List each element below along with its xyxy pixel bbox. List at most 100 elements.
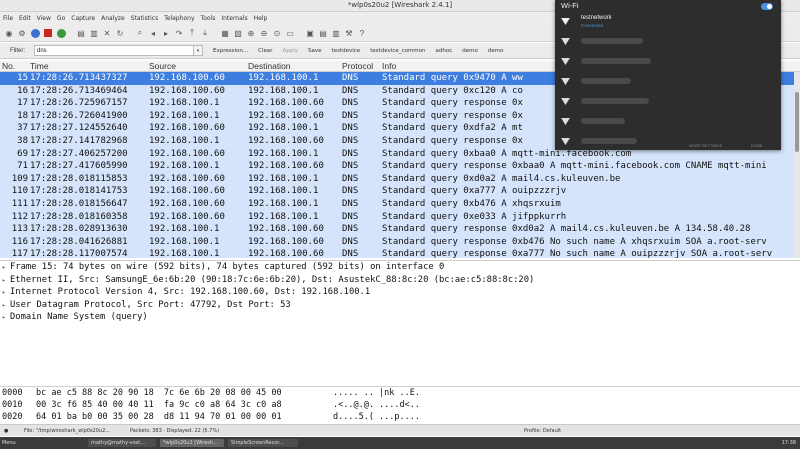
column-header-source[interactable]: Source: [149, 61, 176, 72]
menu-file[interactable]: File: [3, 15, 13, 22]
resize-columns-icon[interactable]: ▭: [284, 27, 296, 39]
wifi-done-button[interactable]: DONE: [751, 143, 763, 148]
menu-go[interactable]: Go: [57, 15, 65, 22]
reload-icon[interactable]: ↻: [114, 27, 126, 39]
wifi-network-item[interactable]: [555, 72, 781, 92]
menu-help[interactable]: Help: [254, 15, 268, 22]
packet-row[interactable]: 109 17:28:28.018115853 192.168.100.60 192.1…: [0, 172, 800, 186]
packet-list-scroll-thumb[interactable]: [795, 92, 799, 152]
wifi-network-connected[interactable]: testnetwork Connected: [555, 12, 781, 32]
packet-row[interactable]: 117 17:28:28.117007574 192.168.100.1 192.16…: [0, 248, 800, 258]
wifi-network-item[interactable]: [555, 92, 781, 112]
filter-button-testdevice[interactable]: testdevice: [332, 48, 361, 54]
detail-row-udp[interactable]: ▸ User Datagram Protocol, Src Port: 47792…: [0, 299, 800, 312]
menu-edit[interactable]: Edit: [19, 15, 31, 22]
wifi-network-name-redacted: [581, 98, 649, 104]
preferences-icon[interactable]: ⚒: [343, 27, 355, 39]
wifi-network-item[interactable]: [555, 52, 781, 72]
packet-list-scrollbar[interactable]: [794, 72, 800, 258]
menu-statistics[interactable]: Statistics: [131, 15, 158, 22]
filter-button-testdevice-common[interactable]: testdevice_common: [370, 48, 425, 54]
expand-arrow-icon[interactable]: ▸: [2, 287, 10, 300]
display-filters-icon[interactable]: ▤: [317, 27, 329, 39]
zoom-out-icon[interactable]: ⊖: [258, 27, 270, 39]
save-file-icon[interactable]: ▥: [88, 27, 100, 39]
packet-row[interactable]: 116 17:28:28.041626881 192.168.100.1 192.16…: [0, 235, 800, 249]
save-filter-button[interactable]: Save: [308, 48, 322, 54]
taskbar-item-wireshark[interactable]: *wlp0s20u2 [Wiresh...: [160, 439, 224, 447]
cell-source: 192.168.100.1: [149, 135, 220, 146]
column-header-time[interactable]: Time: [30, 61, 49, 72]
menu-tools[interactable]: Tools: [201, 15, 216, 22]
wifi-network-item[interactable]: [555, 32, 781, 52]
packet-row[interactable]: 112 17:28:28.018160358 192.168.100.60 192.1…: [0, 210, 800, 224]
first-packet-icon[interactable]: ⤒: [186, 27, 198, 39]
filter-input[interactable]: dns: [34, 45, 194, 56]
stop-capture-icon[interactable]: [42, 27, 54, 39]
cell-info: Standard query 0xb476 A xhqsrxuim: [382, 198, 561, 209]
start-capture-icon[interactable]: [29, 27, 41, 39]
capture-filters-icon[interactable]: ▣: [304, 27, 316, 39]
start-menu-button[interactable]: Menu: [2, 439, 16, 447]
colorize-icon[interactable]: ▦: [219, 27, 231, 39]
detail-row-ethernet[interactable]: ▸ Ethernet II, Src: SamsungE_6e:6b:20 (90…: [0, 274, 800, 287]
clear-button[interactable]: Clear: [258, 48, 272, 54]
filter-button-demo[interactable]: demo: [462, 48, 478, 54]
go-forward-icon[interactable]: ▸: [160, 27, 172, 39]
wifi-toggle[interactable]: [761, 3, 773, 10]
hex-row[interactable]: 0000 bc ae c5 88 8c 20 90 18 7c 6e 6b 20…: [0, 387, 800, 399]
menu-analyze[interactable]: Analyze: [101, 15, 125, 22]
cell-time: 17:28:27.406257200: [30, 148, 128, 159]
column-header-info[interactable]: Info: [382, 61, 396, 72]
cell-source: 192.168.100.1: [149, 236, 220, 247]
expression-button[interactable]: Expression...: [213, 48, 248, 54]
packet-row[interactable]: 111 17:28:28.018156647 192.168.100.60 192.1…: [0, 197, 800, 211]
go-back-icon[interactable]: ◂: [147, 27, 159, 39]
taskbar-item-terminal[interactable]: mathy@mathy-vost...: [88, 439, 156, 447]
go-to-packet-icon[interactable]: ↷: [173, 27, 185, 39]
interfaces-icon[interactable]: ◉: [3, 27, 15, 39]
wifi-network-item[interactable]: [555, 112, 781, 132]
cell-destination: 192.168.100.1: [248, 85, 319, 96]
menu-internals[interactable]: Internals: [221, 15, 247, 22]
packet-row[interactable]: 110 17:28:28.018141753 192.168.100.60 192.1…: [0, 185, 800, 198]
detail-row-frame[interactable]: ▸ Frame 15: 74 bytes on wire (592 bits), …: [0, 261, 800, 274]
filter-button-adhoc[interactable]: adhoc: [436, 48, 453, 54]
cell-no: 117: [11, 249, 28, 258]
hex-row[interactable]: 0010 00 3c f6 85 40 00 40 11 fa 9c c0 a8…: [0, 399, 800, 411]
restart-capture-icon[interactable]: [55, 27, 67, 39]
last-packet-icon[interactable]: ⤓: [199, 27, 211, 39]
expand-arrow-icon[interactable]: ▸: [2, 312, 10, 325]
autoscroll-icon[interactable]: ▧: [232, 27, 244, 39]
filter-button-demo-2[interactable]: demo: [488, 48, 504, 54]
column-header-protocol[interactable]: Protocol: [342, 61, 380, 72]
cell-destination: 192.168.100.1: [248, 73, 319, 83]
close-file-icon[interactable]: ✕: [101, 27, 113, 39]
normal-size-icon[interactable]: ⊙: [271, 27, 283, 39]
menu-telephony[interactable]: Telephony: [164, 15, 194, 22]
status-profile[interactable]: Profile: Default: [524, 428, 561, 434]
zoom-in-icon[interactable]: ⊕: [245, 27, 257, 39]
expand-arrow-icon[interactable]: ▸: [2, 262, 10, 275]
packet-row[interactable]: 113 17:28:28.028913630 192.168.100.1 192.16…: [0, 223, 800, 236]
cell-no: 109: [11, 173, 28, 184]
hex-row[interactable]: 0020 64 01 ba b0 00 35 00 28 d8 11 94 70…: [0, 411, 800, 423]
coloring-rules-icon[interactable]: ▥: [330, 27, 342, 39]
column-header-no[interactable]: No.: [2, 61, 15, 72]
packet-row[interactable]: 71 17:28:27.417605990 192.168.100.1 192.168…: [0, 160, 800, 173]
filter-dropdown-icon[interactable]: ▾: [194, 45, 203, 56]
taskbar-item-recorder[interactable]: SimpleScreenRecor...: [228, 439, 298, 447]
options-icon[interactable]: ⚙: [16, 27, 28, 39]
help-icon[interactable]: ?: [356, 27, 368, 39]
detail-row-ipv4[interactable]: ▸ Internet Protocol Version 4, Src: 192.1…: [0, 286, 800, 299]
menu-capture[interactable]: Capture: [71, 15, 95, 22]
column-header-destination[interactable]: Destination: [248, 61, 291, 72]
detail-row-dns[interactable]: ▸ Domain Name System (query): [0, 311, 800, 324]
wifi-more-settings-button[interactable]: MORE SETTINGS: [689, 143, 722, 148]
open-file-icon[interactable]: ▤: [75, 27, 87, 39]
find-packet-icon[interactable]: ⌕: [134, 27, 146, 39]
cell-source: 192.168.100.1: [149, 161, 220, 172]
cell-time: 17:28:26.713437327: [30, 73, 128, 83]
apply-button[interactable]: Apply: [283, 48, 299, 54]
menu-view[interactable]: View: [37, 15, 51, 22]
